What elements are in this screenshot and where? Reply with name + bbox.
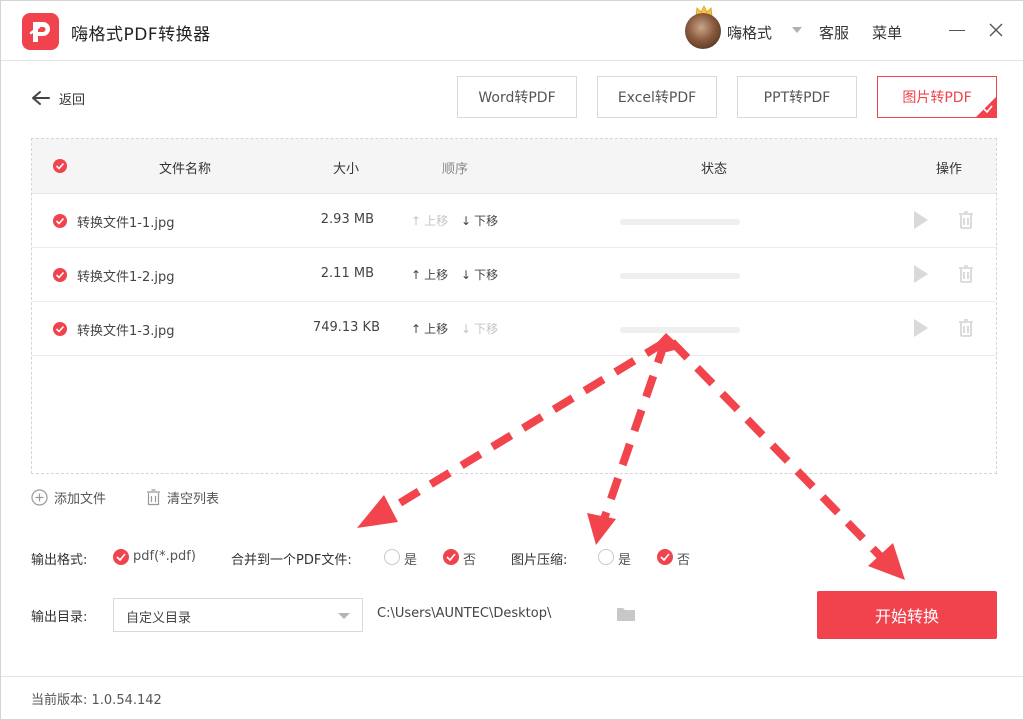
title-bar: 嗨格式PDF转换器 嗨格式 客服 菜单 (1, 1, 1023, 61)
arrow-down-icon: ↓ (461, 267, 472, 282)
output-dir-select-value: 自定义目录 (126, 611, 192, 626)
compress-yes-text: 是 (618, 553, 632, 568)
plus-circle-icon (31, 489, 48, 506)
merge-yes-text: 是 (404, 553, 418, 568)
menu-button[interactable]: 菜单 (872, 22, 902, 43)
col-header-status: 状态 (701, 162, 728, 177)
trash-icon (147, 489, 160, 506)
arrow-down-icon: ↓ (461, 213, 472, 228)
col-header-name: 文件名称 (159, 162, 212, 177)
clear-list-label: 清空列表 (167, 492, 220, 507)
progress-bar (620, 327, 740, 333)
move-up-button[interactable]: ↑ 上移 (411, 320, 448, 337)
footer: 当前版本: 1.0.54.142 (1, 676, 1023, 719)
move-up-label: 上移 (424, 214, 449, 228)
trash-icon[interactable] (958, 319, 974, 337)
compress-no-text: 否 (677, 553, 691, 568)
arrow-up-icon: ↑ (411, 321, 422, 336)
trash-icon[interactable] (958, 211, 974, 229)
file-table: 文件名称 大小 顺序 状态 操作 转换文件1-1.jpg 2.93 MB ↑ 上移… (31, 138, 997, 474)
play-icon[interactable] (914, 319, 928, 337)
move-down-label: 下移 (474, 268, 499, 282)
move-up-button[interactable]: ↑ 上移 (411, 212, 448, 229)
back-button[interactable]: 返回 (31, 87, 85, 109)
arrow-down-icon: ↓ (461, 321, 472, 336)
arrow-up-icon: ↑ (411, 213, 422, 228)
select-all-checkbox[interactable] (53, 159, 67, 173)
progress-bar (620, 273, 740, 279)
app-title: 嗨格式PDF转换器 (71, 25, 211, 45)
move-down-label: 下移 (474, 322, 499, 336)
move-down-button[interactable]: ↓ 下移 (461, 266, 498, 283)
output-format-label: 输出格式: (31, 553, 88, 568)
play-icon[interactable] (914, 265, 928, 283)
folder-icon[interactable] (616, 606, 636, 622)
chevron-down-icon[interactable] (792, 27, 802, 33)
start-convert-button[interactable]: 开始转换 (817, 591, 997, 639)
file-name: 转换文件1-3.jpg (77, 324, 175, 339)
file-size: 749.13 KB (312, 320, 380, 335)
progress-bar (620, 219, 740, 225)
table-header: 文件名称 大小 顺序 状态 操作 (32, 139, 996, 194)
trash-icon[interactable] (958, 265, 974, 283)
row-checkbox[interactable] (53, 322, 67, 336)
move-down-button[interactable]: ↓ 下移 (461, 320, 498, 337)
chevron-down-icon (338, 613, 350, 619)
merge-label: 合并到一个PDF文件: (231, 553, 352, 568)
app-window: 嗨格式PDF转换器 嗨格式 客服 菜单 返回 Word转PDF Excel转PD… (0, 0, 1024, 720)
tab-ppt-to-pdf[interactable]: PPT转PDF (737, 76, 857, 118)
avatar[interactable] (685, 13, 721, 49)
arrow-left-icon (32, 91, 50, 105)
tab-word-to-pdf[interactable]: Word转PDF (457, 76, 577, 118)
tab-image-to-pdf[interactable]: 图片转PDF (877, 76, 997, 118)
row-checkbox[interactable] (53, 268, 67, 282)
table-row: 转换文件1-3.jpg 749.13 KB ↑ 上移 ↓ 下移 (32, 302, 996, 356)
format-pdf-text: pdf(*.pdf) (133, 549, 196, 564)
clear-list-button[interactable]: 清空列表 (146, 488, 219, 507)
add-file-button[interactable]: 添加文件 (31, 488, 106, 507)
add-file-label: 添加文件 (54, 492, 107, 507)
version-text: 当前版本: 1.0.54.142 (31, 693, 162, 708)
file-size: 2.11 MB (320, 266, 374, 281)
service-button[interactable]: 客服 (819, 22, 849, 43)
table-row: 转换文件1-1.jpg 2.93 MB ↑ 上移 ↓ 下移 (32, 194, 996, 248)
user-name[interactable]: 嗨格式 (727, 22, 772, 43)
tab-image-to-pdf-label: 图片转PDF (902, 90, 972, 106)
move-down-button[interactable]: ↓ 下移 (461, 212, 498, 229)
format-pdf-radio[interactable] (113, 549, 129, 565)
check-icon (983, 105, 993, 113)
row-checkbox[interactable] (53, 214, 67, 228)
move-down-label: 下移 (474, 214, 499, 228)
compress-label: 图片压缩: (511, 553, 568, 568)
compress-no-radio[interactable] (657, 549, 673, 565)
move-up-label: 上移 (424, 322, 449, 336)
col-header-action: 操作 (936, 162, 963, 177)
col-header-size: 大小 (333, 162, 360, 177)
merge-no-text: 否 (463, 553, 477, 568)
file-size: 2.93 MB (320, 212, 374, 227)
output-dir-select[interactable]: 自定义目录 (113, 598, 363, 632)
output-dir-label: 输出目录: (31, 610, 88, 625)
app-logo-icon (22, 13, 59, 50)
play-icon[interactable] (914, 211, 928, 229)
tab-excel-to-pdf[interactable]: Excel转PDF (597, 76, 717, 118)
move-up-button[interactable]: ↑ 上移 (411, 266, 448, 283)
table-row: 转换文件1-2.jpg 2.11 MB ↑ 上移 ↓ 下移 (32, 248, 996, 302)
output-path: C:\Users\AUNTEC\Desktop\ (377, 606, 552, 621)
file-name: 转换文件1-1.jpg (77, 216, 175, 231)
col-header-order: 顺序 (442, 162, 469, 177)
arrow-up-icon: ↑ (411, 267, 422, 282)
close-icon[interactable] (988, 22, 1004, 38)
file-name: 转换文件1-2.jpg (77, 270, 175, 285)
back-label: 返回 (59, 92, 86, 108)
merge-yes-radio[interactable] (384, 549, 400, 565)
move-up-label: 上移 (424, 268, 449, 282)
minimize-icon[interactable] (949, 30, 965, 31)
merge-no-radio[interactable] (443, 549, 459, 565)
compress-yes-radio[interactable] (598, 549, 614, 565)
